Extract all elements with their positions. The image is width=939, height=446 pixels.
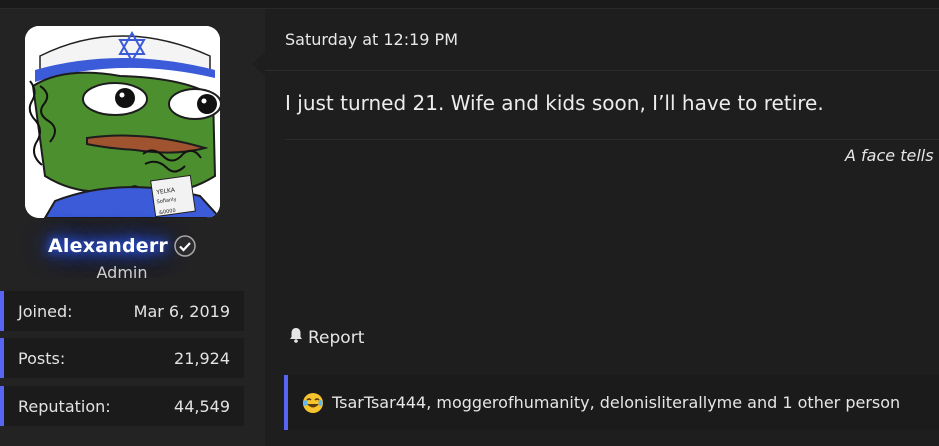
stat-label: Posts: <box>18 348 66 368</box>
bell-icon <box>287 326 305 349</box>
pepe-frog-avatar-icon: YELKA Sofianly &0000 <box>25 26 220 218</box>
stat-posts: Posts: 21,924 <box>0 338 244 378</box>
divider <box>285 139 939 140</box>
post-message: I just turned 21. Wife and kids soon, I’… <box>285 91 824 115</box>
stat-reputation: Reputation: 44,549 <box>0 386 244 426</box>
divider <box>265 70 939 71</box>
stat-label: Reputation: <box>18 396 111 416</box>
reactions-bar[interactable]: TsarTsar444, moggerofhumanity, delonisli… <box>284 375 939 430</box>
report-button[interactable]: Report <box>287 326 364 349</box>
page: YELKA Sofianly &0000 Alexanderr Admin Jo… <box>0 0 939 446</box>
username-row: Alexanderr <box>0 232 244 260</box>
top-border <box>0 0 939 9</box>
stat-value: 21,924 <box>174 348 230 368</box>
user-avatar[interactable]: YELKA Sofianly &0000 <box>25 26 220 218</box>
reactions-text[interactable]: TsarTsar444, moggerofhumanity, delonisli… <box>332 393 900 412</box>
verified-check-icon <box>174 235 196 257</box>
post-date[interactable]: Saturday at 12:19 PM <box>285 30 458 49</box>
crying-laughing-emoji-icon <box>302 392 324 414</box>
user-arrow <box>252 52 265 76</box>
user-signature: A face tells r <box>845 146 939 165</box>
report-label: Report <box>308 327 365 348</box>
stat-value: 44,549 <box>174 396 230 416</box>
stat-joined: Joined: Mar 6, 2019 <box>0 291 244 331</box>
stat-value: Mar 6, 2019 <box>133 301 230 321</box>
user-title: Admin <box>96 263 148 282</box>
stat-label: Joined: <box>18 301 73 321</box>
username[interactable]: Alexanderr <box>48 235 168 257</box>
